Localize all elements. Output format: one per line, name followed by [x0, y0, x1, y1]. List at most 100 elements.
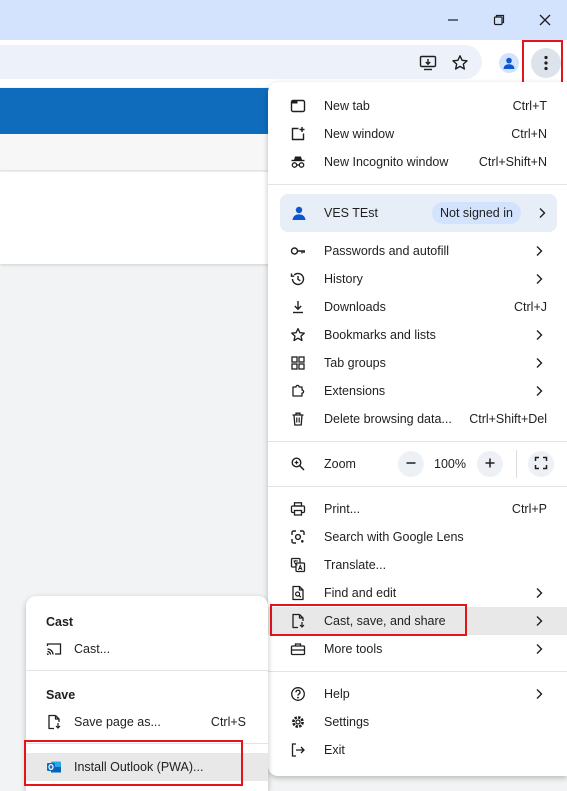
chevron-right-icon	[533, 688, 545, 700]
cast-save-share-icon	[290, 613, 306, 629]
menu-item-shortcut: Ctrl+J	[514, 300, 547, 314]
chevron-right-icon	[533, 357, 545, 369]
menu-item-settings[interactable]: Settings	[268, 708, 567, 736]
submenu-item-label: Save page as...	[74, 715, 161, 729]
submenu-item-cast[interactable]: Cast...	[26, 635, 268, 663]
fullscreen-button[interactable]	[528, 451, 554, 477]
trash-icon	[290, 411, 306, 427]
submenu-heading-save: Save	[46, 688, 76, 702]
profile-name: VES TEst	[324, 206, 378, 220]
restore-icon[interactable]	[484, 6, 514, 34]
menu-item-new-incognito-window[interactable]: New Incognito window Ctrl+Shift+N	[268, 148, 567, 176]
menu-item-label: History	[324, 272, 363, 286]
profile-avatar-icon[interactable]	[496, 50, 522, 76]
menu-item-label: Bookmarks and lists	[324, 328, 436, 342]
submenu-divider	[26, 743, 268, 744]
zoom-in-button[interactable]	[477, 451, 503, 477]
cast-save-share-submenu: Cast Cast... Save Save page as... Ctrl+S…	[26, 596, 268, 791]
bookmark-star-icon[interactable]	[447, 50, 473, 76]
menu-item-label: More tools	[324, 642, 383, 656]
menu-item-more-tools[interactable]: More tools	[268, 635, 567, 663]
install-app-icon[interactable]	[415, 50, 441, 76]
menu-item-label: Downloads	[324, 300, 386, 314]
submenu-divider	[26, 670, 268, 671]
menu-item-label: New tab	[324, 99, 370, 113]
menu-item-new-tab[interactable]: New tab Ctrl+T	[268, 92, 567, 120]
find-icon	[290, 585, 306, 601]
download-icon	[290, 299, 306, 315]
chevron-right-icon	[533, 273, 545, 285]
menu-item-label: Find and edit	[324, 586, 397, 600]
menu-item-label: Extensions	[324, 384, 386, 398]
zoom-row: Zoom 100%	[268, 448, 567, 480]
history-icon	[290, 271, 306, 287]
menu-item-label: New Incognito window	[324, 155, 449, 169]
submenu-item-install-outlook[interactable]: Install Outlook (PWA)...	[26, 753, 268, 781]
menu-item-google-lens[interactable]: Search with Google Lens	[268, 523, 567, 551]
menu-item-find-and-edit[interactable]: Find and edit	[268, 579, 567, 607]
new-window-icon	[290, 126, 306, 142]
menu-item-label: Cast, save, and share	[324, 614, 446, 628]
exit-icon	[290, 742, 306, 758]
chevron-right-icon	[533, 245, 545, 257]
tab-groups-icon	[290, 355, 306, 371]
menu-item-translate[interactable]: Translate...	[268, 551, 567, 579]
submenu-item-save-page[interactable]: Save page as... Ctrl+S	[26, 708, 268, 736]
menu-divider	[268, 184, 567, 185]
chevron-right-icon	[533, 587, 545, 599]
menu-item-label: Print...	[324, 502, 361, 516]
menu-item-shortcut: Ctrl+Shift+Del	[469, 412, 547, 426]
page-header-band	[0, 88, 300, 134]
zoom-out-button[interactable]	[398, 451, 424, 477]
menu-item-exit[interactable]: Exit	[268, 736, 567, 764]
menu-item-label: Search with Google Lens	[324, 530, 464, 544]
save-page-icon	[46, 714, 62, 730]
minus-icon	[405, 457, 417, 472]
menu-item-history[interactable]: History	[268, 265, 567, 293]
profile-row[interactable]: VES TEst Not signed in	[280, 194, 557, 232]
minimize-icon[interactable]	[438, 6, 468, 34]
cast-icon	[46, 641, 62, 657]
menu-item-help[interactable]: Help	[268, 680, 567, 708]
menu-divider	[268, 486, 567, 487]
zoom-magnifier-icon	[290, 456, 306, 475]
menu-item-bookmarks-lists[interactable]: Bookmarks and lists	[268, 321, 567, 349]
menu-item-extensions[interactable]: Extensions	[268, 377, 567, 405]
incognito-icon	[290, 154, 306, 170]
menu-item-label: Delete browsing data...	[324, 412, 452, 426]
page-content-card	[0, 172, 300, 264]
chevron-right-icon	[533, 385, 545, 397]
help-icon	[290, 686, 306, 702]
toolbox-icon	[290, 641, 306, 657]
menu-item-passwords-autofill[interactable]: Passwords and autofill	[268, 237, 567, 265]
page-subheader	[0, 134, 300, 171]
settings-gear-icon	[290, 714, 306, 730]
zoom-divider	[516, 450, 517, 478]
key-icon	[290, 243, 306, 259]
translate-icon	[290, 557, 306, 573]
address-bar[interactable]	[0, 45, 482, 79]
menu-item-label: Help	[324, 687, 350, 701]
print-icon	[290, 501, 306, 517]
browser-toolbar	[0, 40, 567, 87]
close-icon[interactable]	[530, 6, 560, 34]
menu-item-downloads[interactable]: Downloads Ctrl+J	[268, 293, 567, 321]
menu-item-tab-groups[interactable]: Tab groups	[268, 349, 567, 377]
submenu-heading-cast: Cast	[46, 615, 74, 629]
submenu-item-label: Cast...	[74, 642, 111, 656]
submenu-item-label: Install Outlook (PWA)...	[74, 760, 204, 774]
menu-item-print[interactable]: Print... Ctrl+P	[268, 495, 567, 523]
menu-item-delete-browsing-data[interactable]: Delete browsing data... Ctrl+Shift+Del	[268, 405, 567, 433]
menu-divider	[268, 441, 567, 442]
zoom-level-value: 100%	[434, 457, 466, 471]
menu-item-cast-save-share[interactable]: Cast, save, and share	[268, 607, 567, 635]
zoom-label: Zoom	[324, 457, 356, 471]
window-titlebar	[0, 0, 567, 40]
menu-item-label: Settings	[324, 715, 370, 729]
menu-item-label: Tab groups	[324, 356, 386, 370]
profile-person-icon	[291, 205, 307, 224]
menu-item-new-window[interactable]: New window Ctrl+N	[268, 120, 567, 148]
menu-divider	[268, 671, 567, 672]
outlook-logo-icon	[46, 759, 62, 775]
more-menu-icon[interactable]	[531, 48, 561, 78]
